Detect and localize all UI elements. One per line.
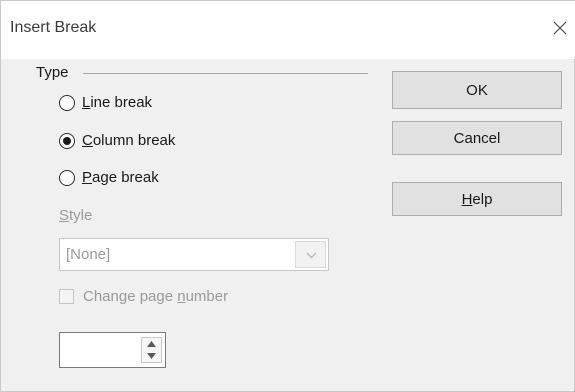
column-break-label: Column break xyxy=(82,132,176,149)
help-button[interactable]: Help xyxy=(392,182,562,216)
page-break-radio[interactable]: Page break xyxy=(59,169,159,186)
spin-buttons xyxy=(141,337,162,363)
dropdown-button[interactable] xyxy=(295,241,326,268)
page-number-spinbox[interactable] xyxy=(59,332,166,368)
triangle-down-icon xyxy=(147,353,156,359)
radio-circle[interactable] xyxy=(59,132,75,149)
line-break-label: Line break xyxy=(82,94,153,111)
triangle-up-icon xyxy=(147,341,156,347)
spin-up-button[interactable] xyxy=(142,338,161,350)
chevron-down-icon xyxy=(306,252,317,259)
title-bar: Insert Break xyxy=(1,1,575,59)
checkbox-box[interactable] xyxy=(59,289,74,304)
line-break-radio[interactable]: Line break xyxy=(59,94,152,111)
radio-circle[interactable] xyxy=(59,169,75,186)
change-page-number-checkbox[interactable]: Change page number xyxy=(59,288,228,305)
style-select-value: [None] xyxy=(66,246,111,263)
type-group-divider xyxy=(83,73,368,74)
spin-down-button[interactable] xyxy=(142,350,161,362)
style-label: Style xyxy=(59,207,93,224)
dialog-title: Insert Break xyxy=(10,19,97,36)
radio-circle[interactable] xyxy=(59,94,75,111)
column-break-radio[interactable]: Column break xyxy=(59,132,175,149)
ok-button[interactable]: OK xyxy=(392,71,562,109)
close-icon[interactable] xyxy=(550,18,570,38)
style-select[interactable]: [None] xyxy=(59,238,329,271)
insert-break-dialog: Insert Break Type Line break Column brea… xyxy=(0,0,575,392)
change-page-number-label: Change page number xyxy=(83,288,229,305)
type-group-label: Type xyxy=(36,64,73,81)
cancel-button[interactable]: Cancel xyxy=(392,121,562,155)
page-break-label: Page break xyxy=(82,169,159,186)
